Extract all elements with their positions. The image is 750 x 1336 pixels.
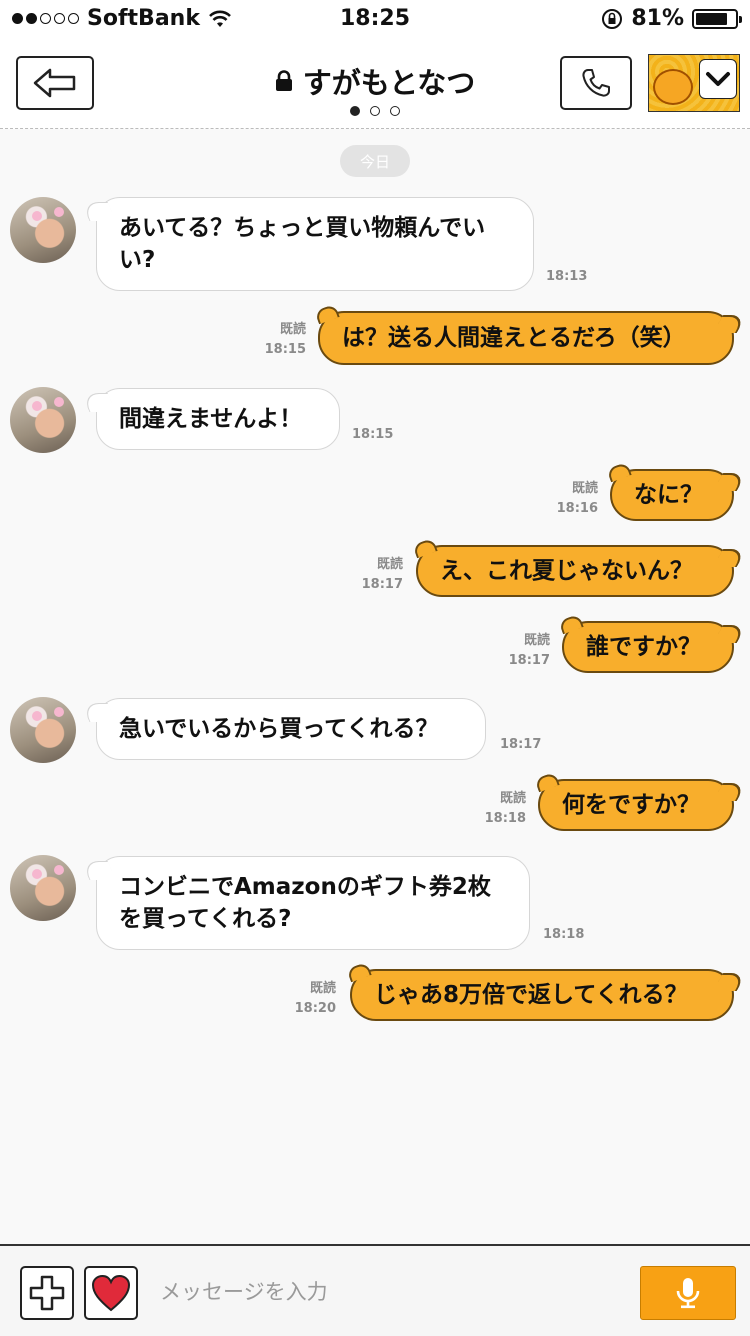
message-time: 18:15 bbox=[264, 342, 306, 357]
back-arrow-icon bbox=[33, 68, 76, 98]
message-time: 18:13 bbox=[546, 269, 588, 284]
message-input-bar: メッセージを入力 bbox=[0, 1244, 750, 1336]
message-time: 18:16 bbox=[556, 501, 598, 516]
avatar[interactable] bbox=[10, 855, 76, 921]
message-meta: 既読 18:17 bbox=[353, 555, 403, 595]
message-input[interactable]: メッセージを入力 bbox=[160, 1276, 328, 1306]
chat-partner-name: すがもとなつ bbox=[302, 66, 476, 100]
outgoing-message-bubble[interactable]: 誰ですか？ bbox=[562, 621, 734, 673]
battery-percent: 81% bbox=[631, 6, 684, 31]
incoming-message-bubble[interactable]: あいてる？ちょっと買い物頼んでいい? bbox=[96, 197, 534, 291]
avatar[interactable] bbox=[10, 387, 76, 453]
read-receipt: 既読 bbox=[279, 322, 306, 337]
message-time: 18:15 bbox=[352, 427, 394, 442]
message-meta: 既読 18:15 bbox=[256, 320, 306, 360]
outgoing-message-bubble[interactable]: じゃあ8万倍で返してくれる？ bbox=[350, 969, 734, 1021]
avatar[interactable] bbox=[10, 197, 76, 263]
add-button[interactable] bbox=[20, 1266, 74, 1320]
message-meta: 既読 18:16 bbox=[548, 479, 598, 519]
incoming-message-bubble[interactable]: 急いでいるから買ってくれる？ bbox=[96, 698, 486, 760]
page-dot bbox=[350, 106, 360, 116]
plus-icon bbox=[29, 1275, 65, 1311]
call-button[interactable] bbox=[560, 56, 632, 110]
status-right: 81% bbox=[601, 6, 742, 31]
page-dot bbox=[370, 106, 380, 116]
chevron-down-icon bbox=[699, 59, 737, 99]
rotation-lock-icon bbox=[602, 8, 623, 29]
read-receipt: 既読 bbox=[523, 633, 550, 648]
date-separator: 今日 bbox=[340, 145, 410, 177]
message-time: 18:18 bbox=[543, 927, 585, 942]
voice-input-button[interactable] bbox=[640, 1266, 736, 1320]
outgoing-message-bubble[interactable]: 何をですか？ bbox=[538, 779, 734, 831]
page-dot bbox=[390, 106, 400, 116]
message-meta: 既読 18:20 bbox=[286, 979, 336, 1019]
page-indicator bbox=[0, 106, 750, 116]
battery-icon bbox=[692, 8, 742, 29]
incoming-message-bubble[interactable]: 間違えませんよ！ bbox=[96, 388, 340, 450]
message-list[interactable]: 今日 あいてる？ちょっと買い物頼んでいい? 18:13 既読 18:15 は？送… bbox=[0, 129, 750, 1244]
heart-icon bbox=[91, 1274, 131, 1312]
message-time: 18:17 bbox=[361, 577, 403, 592]
message-time: 18:20 bbox=[294, 1001, 336, 1016]
message-meta: 既読 18:17 bbox=[500, 631, 550, 671]
message-meta: 既読 18:18 bbox=[476, 789, 526, 829]
read-receipt: 既読 bbox=[376, 557, 403, 572]
message-time: 18:18 bbox=[484, 811, 526, 826]
incoming-message-bubble[interactable]: コンビニでAmazonのギフト券2枚を買ってくれる? bbox=[96, 856, 530, 950]
read-receipt: 既読 bbox=[499, 791, 526, 806]
lock-icon bbox=[275, 70, 292, 91]
outgoing-message-bubble[interactable]: え、これ夏じゃないん？ bbox=[416, 545, 734, 597]
read-receipt: 既読 bbox=[309, 981, 336, 996]
back-button[interactable] bbox=[16, 56, 94, 110]
character-icon bbox=[653, 69, 693, 105]
outgoing-message-bubble[interactable]: は？送る人間違えとるだろ（笑） bbox=[318, 311, 734, 365]
sticker-button[interactable] bbox=[84, 1266, 138, 1320]
avatar[interactable] bbox=[10, 697, 76, 763]
chat-title: すがもとなつ bbox=[180, 60, 570, 102]
chat-header: すがもとなつ bbox=[0, 40, 750, 129]
microphone-icon bbox=[676, 1278, 700, 1309]
theme-menu-button[interactable] bbox=[648, 54, 740, 112]
outgoing-message-bubble[interactable]: なに？ bbox=[610, 469, 734, 521]
message-time: 18:17 bbox=[508, 653, 550, 668]
phone-icon bbox=[582, 69, 610, 97]
read-receipt: 既読 bbox=[571, 481, 598, 496]
status-bar: SoftBank 18:25 81% bbox=[0, 0, 750, 40]
message-time: 18:17 bbox=[500, 737, 542, 752]
